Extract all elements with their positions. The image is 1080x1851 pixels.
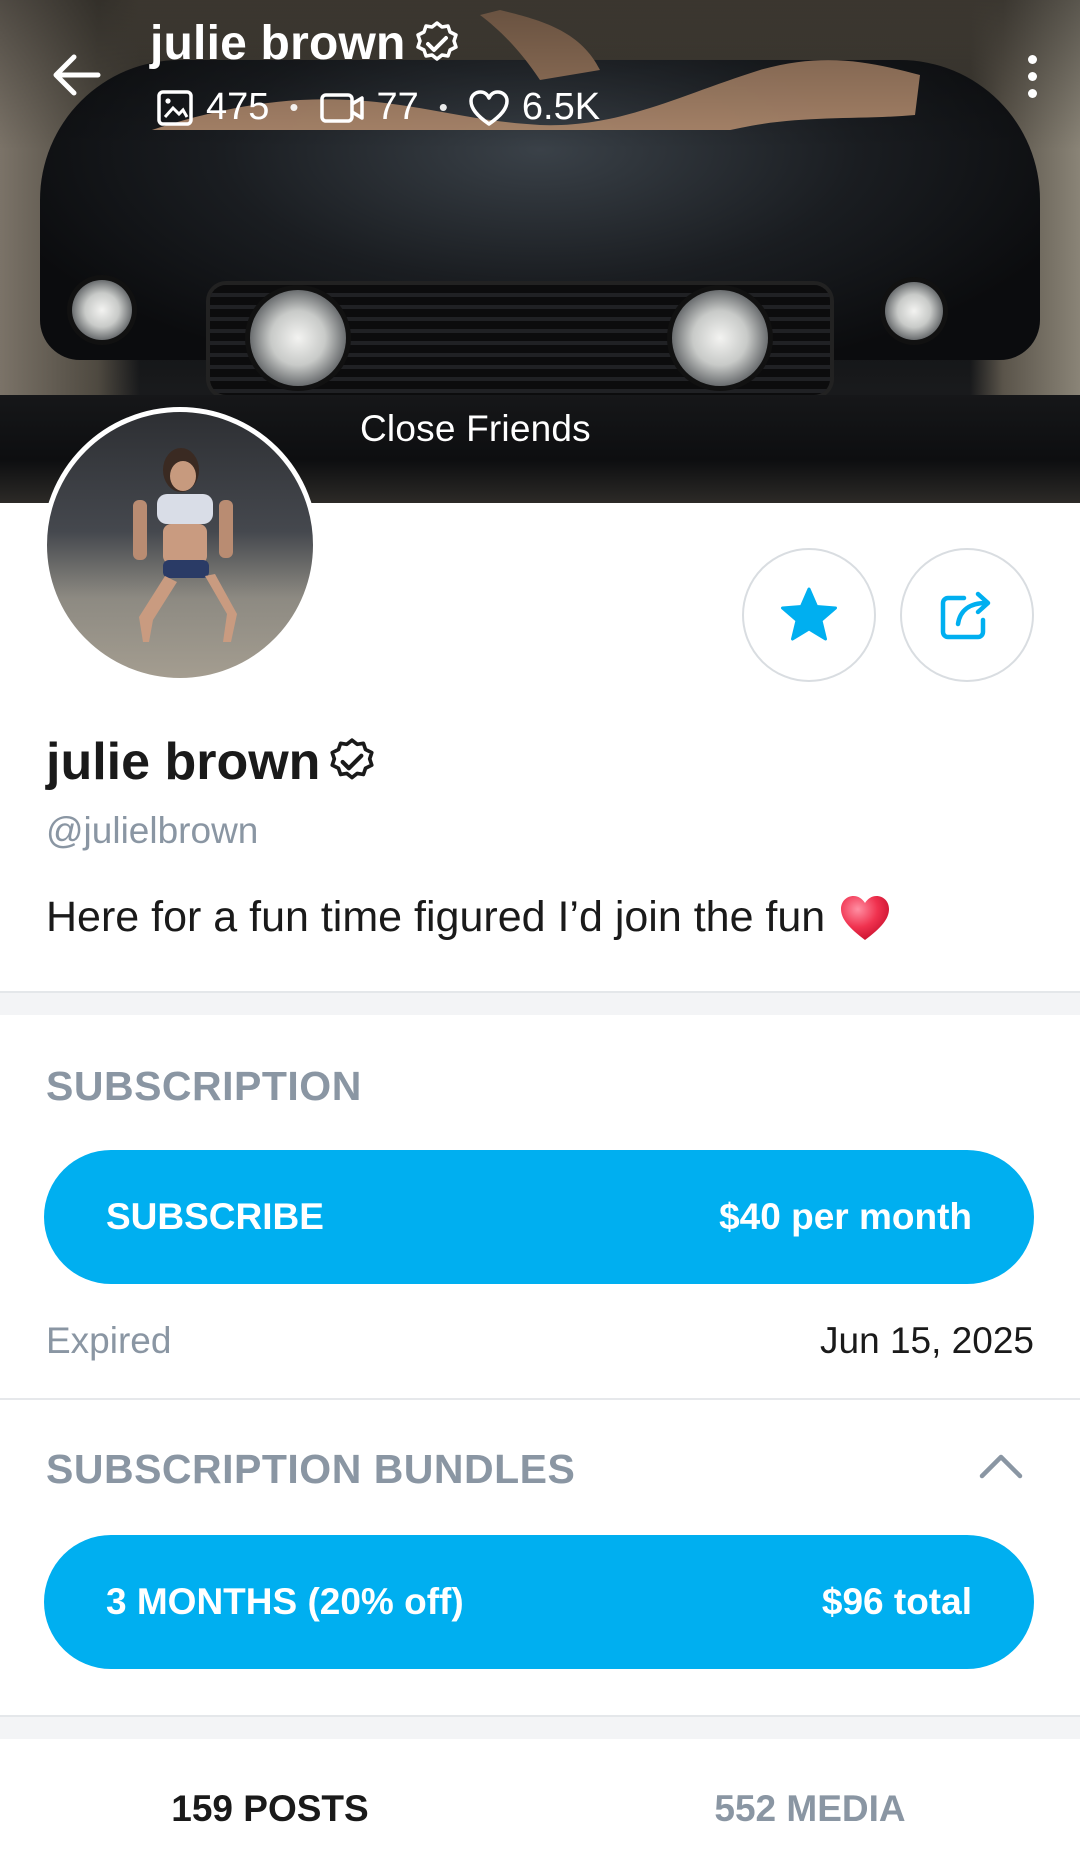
verified-icon <box>330 738 375 780</box>
tab-media[interactable]: 552 MEDIA <box>540 1740 1080 1851</box>
bundle-price: $96 total <box>821 1581 972 1622</box>
tab-posts[interactable]: 159 POSTS <box>0 1740 540 1851</box>
username-handle: @julielbrown <box>46 810 259 851</box>
section-divider <box>0 1715 1080 1739</box>
back-arrow-icon <box>53 54 101 96</box>
subscription-title: SUBSCRIPTION <box>46 1063 362 1109</box>
share-button[interactable] <box>900 548 1034 682</box>
bundles-title: SUBSCRIPTION BUNDLES <box>46 1446 576 1492</box>
subscribe-button[interactable]: SUBSCRIBE $40 per month <box>44 1150 1034 1284</box>
star-icon <box>781 587 837 641</box>
header-title: julie brown <box>150 16 462 71</box>
content-tabs: 159 POSTS 552 MEDIA <box>0 1740 1080 1851</box>
avatar-image <box>133 448 237 642</box>
verified-icon <box>415 20 458 61</box>
subscribe-price: $40 per month <box>719 1196 972 1237</box>
divider <box>0 1398 1080 1400</box>
more-vertical-icon <box>1027 54 1037 98</box>
videos-stat: 77 <box>319 86 419 129</box>
back-button[interactable] <box>44 48 108 102</box>
bundle-label: 3 MONTHS (20% off) <box>106 1581 464 1622</box>
bio-text: Here for a fun time figured I’d join the… <box>46 893 891 942</box>
videos-count: 77 <box>376 86 419 128</box>
more-options-button[interactable] <box>1012 48 1052 104</box>
header-name: julie brown <box>150 17 406 70</box>
header-stats: 475 • 77 • 6.5K <box>156 86 600 129</box>
likes-count: 6.5K <box>521 86 601 128</box>
likes-stat: 6.5K <box>468 86 600 129</box>
close-friends-label: Close Friends <box>360 408 591 449</box>
profile-name: julie brown <box>46 732 378 792</box>
display-name: julie brown <box>46 733 321 791</box>
avatar[interactable] <box>42 407 318 683</box>
status-label: Expired <box>46 1320 172 1361</box>
share-icon <box>940 591 991 640</box>
image-icon <box>157 89 193 126</box>
top-bar: julie brown 475 • 77 • 6.5K <box>0 0 1080 150</box>
section-divider <box>0 991 1080 1015</box>
heart-icon <box>469 89 509 126</box>
photos-stat: 475 <box>156 86 269 129</box>
subscription-status-row: Expired Jun 15, 2025 <box>46 1320 1034 1362</box>
photos-count: 475 <box>206 86 270 128</box>
bio-content: Here for a fun time figured I’d join the… <box>46 893 826 941</box>
heart-emoji <box>841 895 890 940</box>
video-icon <box>319 92 364 123</box>
chevron-up-icon[interactable] <box>976 1448 1026 1482</box>
status-date: Jun 15, 2025 <box>820 1320 1034 1361</box>
favorite-button[interactable] <box>742 548 876 682</box>
bundle-button[interactable]: 3 MONTHS (20% off) $96 total <box>44 1535 1034 1669</box>
subscribe-label: SUBSCRIBE <box>106 1196 324 1237</box>
